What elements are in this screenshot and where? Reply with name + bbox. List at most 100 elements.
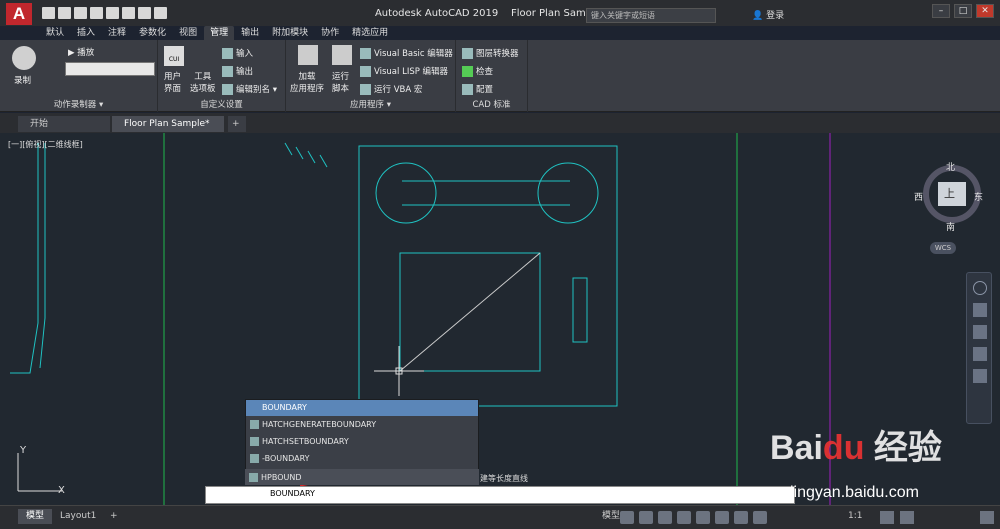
wcs-menu[interactable]: WCS <box>930 242 956 254</box>
configure-button[interactable]: 配置 <box>462 83 493 95</box>
add-layout-button[interactable]: + <box>102 509 126 524</box>
status-bar: 模型 Layout1 + 模型 1:1 <box>0 505 1000 529</box>
viewport-label[interactable]: [一][俯视][二维线框] <box>8 139 83 150</box>
group-cad-standards: 图层转换器 检查 配置 CAD 标准 <box>456 40 528 112</box>
autocomplete-item[interactable]: HATCHGENERATEBOUNDARY <box>246 416 478 433</box>
load-app-icon[interactable] <box>298 45 318 65</box>
vb-editor-button[interactable]: Visual Basic 编辑器 <box>360 47 453 59</box>
group-applications: 加载 应用程序 运行 脚本 Visual Basic 编辑器 Visual LI… <box>286 40 456 112</box>
layer-translator-button[interactable]: 图层转换器 <box>462 47 519 59</box>
hatch-marks <box>284 142 328 168</box>
ucs-x-label: X <box>58 485 65 496</box>
tab-collaborate[interactable]: 协作 <box>315 26 345 40</box>
check-button[interactable]: 检查 <box>462 65 493 77</box>
tab-floor-plan[interactable]: Floor Plan Sample* <box>112 116 224 132</box>
tab-manage[interactable]: 管理 <box>204 26 235 40</box>
tab-view[interactable]: 视图 <box>173 26 203 40</box>
tab-parametric[interactable]: 参数化 <box>133 26 172 40</box>
tool-palette-button[interactable]: 工具 选项板 <box>190 70 216 94</box>
close-button[interactable]: ✕ <box>976 4 994 18</box>
showmotion-icon[interactable] <box>973 369 987 383</box>
play-icon: ▶ <box>68 48 75 58</box>
ribbon-panel: 录制 ▶ 播放 动作录制器 ▾ CUI 用户 界面 工具 选项板 输入 输出 编… <box>0 40 1000 112</box>
tab-model[interactable]: 模型 <box>18 509 53 524</box>
tab-annotate[interactable]: 注释 <box>102 26 132 40</box>
wall-left <box>10 143 39 374</box>
grid-icon[interactable] <box>620 511 634 524</box>
selection-icon[interactable] <box>734 511 748 524</box>
tab-default[interactable]: 默认 <box>40 26 70 40</box>
watermark-url: jingyan.baidu.com <box>790 484 919 501</box>
compass-east[interactable]: 东 <box>974 190 983 203</box>
navigation-bar <box>966 272 992 424</box>
autocomplete-header[interactable]: BOUNDARY <box>246 400 478 416</box>
viewcube[interactable]: 上 北 南 东 西 <box>914 160 986 233</box>
tab-featured-apps[interactable]: 精选应用 <box>346 26 394 40</box>
ribbon-tabs: 默认 插入 注释 参数化 视图 管理 输出 附加模块 协作 精选应用 <box>40 26 394 40</box>
new-tab-button[interactable]: + <box>228 116 246 132</box>
alias-icon <box>222 84 233 95</box>
record-icon[interactable] <box>12 46 36 70</box>
menu-icon[interactable] <box>980 511 994 524</box>
run-script-button[interactable]: 运行 脚本 <box>332 70 349 94</box>
diagonal-line <box>399 252 541 372</box>
search-input[interactable]: 键入关键字或短语 <box>586 8 716 23</box>
play-button[interactable]: ▶ 播放 <box>68 46 94 58</box>
autocomplete-item-hpbound[interactable]: HPBOUND <box>245 469 479 485</box>
steering-wheel-icon[interactable] <box>973 281 987 295</box>
tab-insert[interactable]: 插入 <box>71 26 101 40</box>
compass-west[interactable]: 西 <box>914 190 923 203</box>
pan-icon[interactable] <box>973 303 987 317</box>
osnap-icon[interactable] <box>696 511 710 524</box>
lisp-editor-button[interactable]: Visual LISP 编辑器 <box>360 65 448 77</box>
minimize-button[interactable]: – <box>932 4 950 18</box>
user-icon: 👤 <box>752 11 764 21</box>
autocomplete-item[interactable]: -BOUNDARY <box>246 450 478 467</box>
gear-icon[interactable] <box>880 511 894 524</box>
annotation-icon[interactable] <box>753 511 767 524</box>
configure-icon <box>462 84 473 95</box>
command-icon <box>250 454 259 463</box>
cui-icon[interactable]: CUI <box>164 46 184 66</box>
export-button[interactable]: 输出 <box>222 65 253 77</box>
tab-output[interactable]: 输出 <box>235 26 265 40</box>
orbit-icon[interactable] <box>973 347 987 361</box>
login-button[interactable]: 👤 登录 <box>752 8 784 21</box>
compass-south[interactable]: 南 <box>946 220 955 233</box>
macro-dropdown[interactable] <box>65 62 155 76</box>
command-icon <box>250 437 259 446</box>
document-tabs: 开始 Floor Plan Sample* + <box>0 113 1000 133</box>
polar-icon[interactable] <box>677 511 691 524</box>
run-vba-button[interactable]: 运行 VBA 宏 <box>360 83 422 95</box>
vba-icon <box>360 84 371 95</box>
zoom-extents-icon[interactable] <box>973 325 987 339</box>
add-icon[interactable] <box>900 511 914 524</box>
group-label-action[interactable]: 动作录制器 ▾ <box>0 98 157 110</box>
group-label-apps[interactable]: 应用程序 ▾ <box>286 98 455 110</box>
edit-alias-button[interactable]: 编辑别名 ▾ <box>222 83 277 95</box>
compass-north[interactable]: 北 <box>946 160 955 173</box>
tab-start[interactable]: 开始 <box>18 116 110 132</box>
record-button[interactable]: 录制 <box>14 74 31 86</box>
lineweight-icon[interactable] <box>715 511 729 524</box>
maximize-button[interactable]: □ <box>954 4 972 18</box>
wall-left-inner <box>39 143 46 369</box>
status-toggles <box>620 511 767 524</box>
load-app-button[interactable]: 加载 应用程序 <box>290 70 324 94</box>
ortho-icon[interactable] <box>658 511 672 524</box>
import-button[interactable]: 输入 <box>222 47 253 59</box>
room-outline <box>358 145 618 407</box>
run-script-icon[interactable] <box>332 45 352 65</box>
tab-addins[interactable]: 附加模块 <box>266 26 314 40</box>
export-icon <box>222 66 233 77</box>
watermark-logo: Baidu 经验 <box>770 429 942 467</box>
group-label-cad: CAD 标准 <box>472 100 511 110</box>
group-action-recorder: 录制 ▶ 播放 动作录制器 ▾ <box>0 40 158 112</box>
snap-icon[interactable] <box>639 511 653 524</box>
command-text: BOUNDARY <box>270 489 315 498</box>
annotation-scale[interactable]: 1:1 <box>840 509 870 524</box>
tab-layout1[interactable]: Layout1 <box>52 509 104 524</box>
user-interface-button[interactable]: 用户 界面 <box>164 70 181 94</box>
group-customization: CUI 用户 界面 工具 选项板 输入 输出 编辑别名 ▾ 自定义设置 <box>158 40 286 112</box>
autocomplete-item[interactable]: HATCHSETBOUNDARY <box>246 433 478 450</box>
